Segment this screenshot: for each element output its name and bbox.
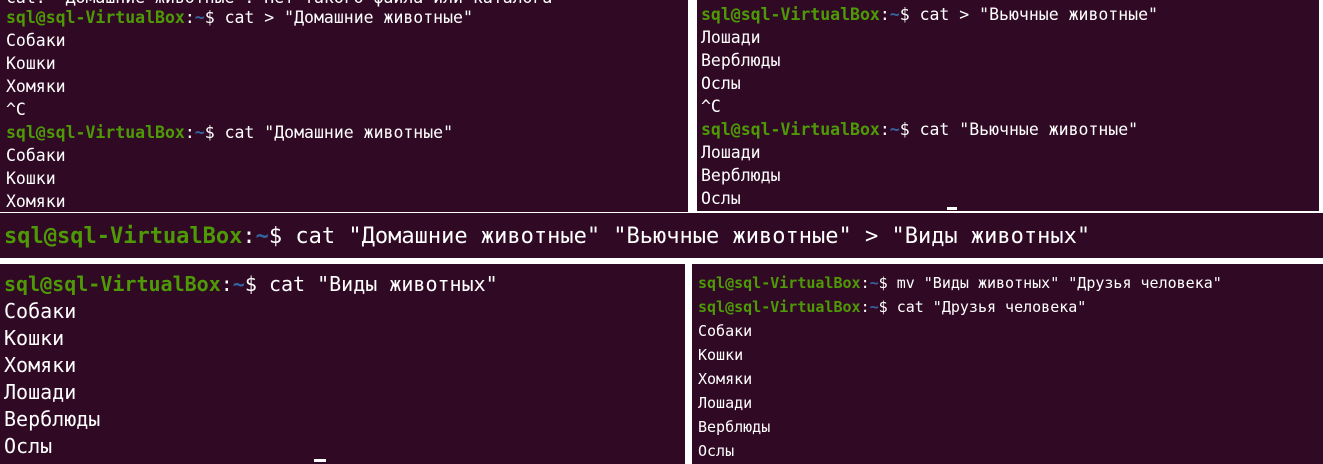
command-text: cat "Друзья человека" [896,298,1087,316]
command-text: cat "Домашние животные" "Вьючные животны… [295,224,1091,249]
output-line: Ослы [698,442,735,460]
terminal-panel-pack-animals[interactable]: sql@sql-VirtualBox:~$ cat > "Вьючные жив… [697,0,1319,211]
output-line: Кошки [698,346,744,364]
output-line: Хомяки [4,353,77,377]
output-line: Хомяки [698,370,753,388]
prompt-path: ~ [889,120,900,139]
output-line: Верблюды [4,407,101,431]
terminal-panel-home-animals[interactable]: cat: "Домашние животные": Нет такого фай… [0,0,688,212]
prompt-user-host: sql@sql-VirtualBox [701,120,880,139]
command-text: cat > "Вьючные животные" [919,5,1158,24]
prompt-user-host: sql@sql-VirtualBox [698,298,861,316]
input-line: Хомяки [6,77,66,96]
prompt-line: sql@sql-VirtualBox:~$ mv "Виды животных"… [698,274,1222,292]
terminal-panel-animal-types[interactable]: sql@sql-VirtualBox:~$ cat "Виды животных… [0,264,685,464]
output-line: Хомяки [6,192,66,211]
output-line: Лошади [698,394,753,412]
output-line: Лошади [701,143,761,162]
prompt-user-host: sql@sql-VirtualBox [6,8,185,27]
prompt-user-host: sql@sql-VirtualBox [4,272,221,296]
prompt-line: sql@sql-VirtualBox:~$ cat "Виды животных… [4,272,498,296]
output-line: Собаки [698,322,753,340]
prompt-line: sql@sql-VirtualBox:~$ cat "Друзья челове… [698,298,1087,316]
input-line: Лошади [701,28,761,47]
command-text: cat "Вьючные животные" [919,120,1139,139]
prompt-line: sql@sql-VirtualBox:~$ cat > "Домашние жи… [6,8,473,27]
input-line: Верблюды [701,51,781,70]
command-text: cat > "Домашние животные" [224,8,473,27]
prompt-path: ~ [889,5,900,24]
command-text: cat "Домашние животные" [224,123,454,142]
output-line: Собаки [6,146,66,165]
prompt-line: sql@sql-VirtualBox:~$ cat "Домашние живо… [6,123,454,142]
output-line: Кошки [4,326,65,350]
prompt-path: ~ [194,8,205,27]
interrupt-line: ^C [6,100,26,119]
output-line: Лошади [4,380,77,404]
output-line: Ослы [701,189,741,208]
terminal-cursor [947,207,957,210]
prompt-path: ~ [232,272,245,296]
terminal-cursor [314,459,326,462]
output-line: Верблюды [701,166,781,185]
prompt-user-host: sql@sql-VirtualBox [698,274,861,292]
prompt-line: sql@sql-VirtualBox:~$ cat "Вьючные живот… [701,120,1139,139]
prompt-user-host: sql@sql-VirtualBox [701,5,880,24]
terminal-panel-concat[interactable]: sql@sql-VirtualBox:~$ cat "Домашние живо… [0,213,1323,258]
prompt-path: ~ [194,123,205,142]
command-text: mv "Виды животных" "Друзья человека" [896,274,1222,292]
input-line: Собаки [6,31,66,50]
prompt-path: ~ [869,274,879,292]
prompt-line: sql@sql-VirtualBox:~$ cat > "Вьючные жив… [701,5,1158,24]
prompt-user-host: sql@sql-VirtualBox [6,123,185,142]
output-line: Кошки [6,169,56,188]
output-line: Собаки [4,299,77,323]
interrupt-line: ^C [701,97,721,116]
prompt-user-host: sql@sql-VirtualBox [4,224,243,249]
output-line: Верблюды [698,418,771,436]
input-line: Кошки [6,54,56,73]
prompt-path: ~ [869,298,879,316]
output-line: Ослы [4,434,53,458]
prompt-path: ~ [255,224,269,249]
prompt-line: sql@sql-VirtualBox:~$ cat "Домашние живо… [4,224,1091,249]
input-line: Ослы [701,74,741,93]
terminal-panel-human-friends[interactable]: sql@sql-VirtualBox:~$ mv "Виды животных"… [692,264,1323,464]
command-text: cat "Виды животных" [268,272,498,296]
